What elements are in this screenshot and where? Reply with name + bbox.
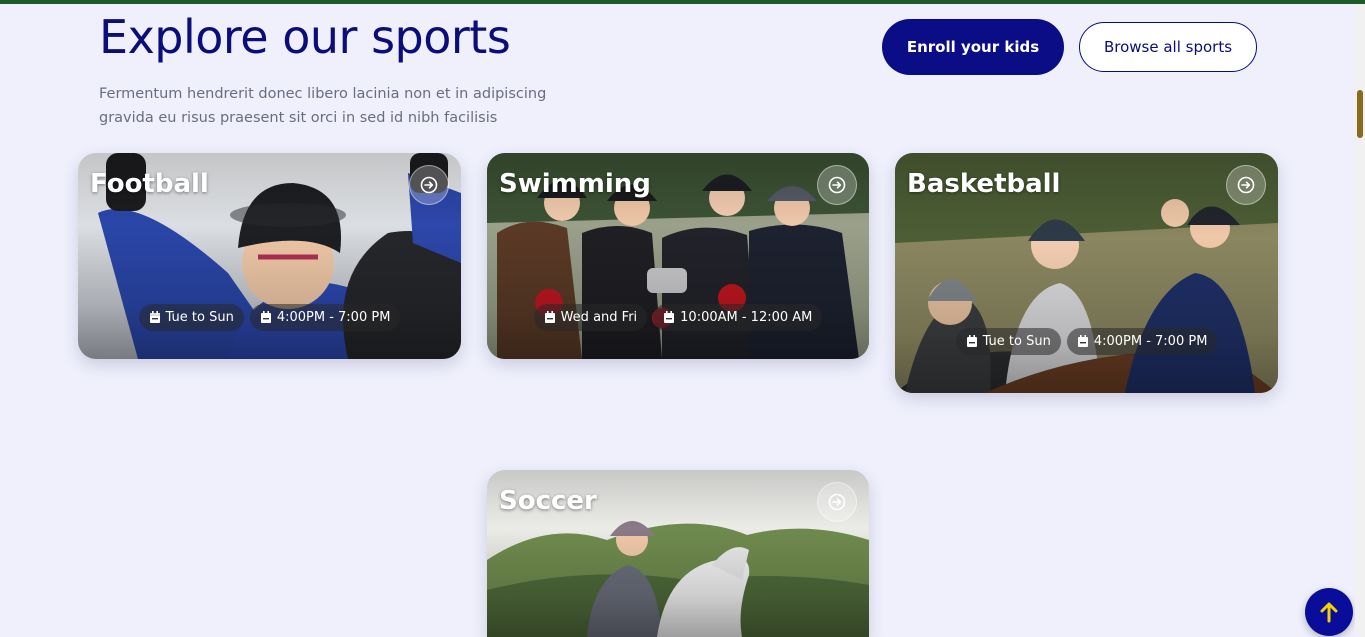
time-text: 10:00AM - 12:00 AM — [680, 310, 813, 325]
scrollbar-thumb[interactable] — [1357, 90, 1363, 138]
card-title: Soccer — [499, 486, 597, 516]
card-title: Swimming — [499, 169, 651, 199]
arrow-circle-right-icon[interactable] — [409, 165, 449, 205]
browse-sports-button[interactable]: Browse all sports — [1079, 22, 1257, 72]
time-chip: 10:00AM - 12:00 AM — [653, 304, 823, 331]
schedule-chips: Tue to Sun 4:00PM - 7:00 PM — [78, 304, 461, 331]
days-text: Tue to Sun — [165, 310, 234, 325]
calendar-icon — [664, 311, 675, 323]
enroll-kids-button[interactable]: Enroll your kids — [882, 19, 1064, 75]
days-text: Wed and Fri — [560, 310, 638, 325]
calendar-icon — [966, 335, 977, 347]
back-to-top-button[interactable] — [1305, 588, 1353, 636]
sport-card-soccer[interactable]: Soccer — [487, 470, 869, 637]
calendar-icon — [149, 311, 160, 323]
page-scrollbar[interactable] — [1355, 4, 1365, 637]
time-chip: 4:00PM - 7:00 PM — [249, 304, 401, 331]
arrow-circle-right-icon[interactable] — [817, 165, 857, 205]
time-chip: 4:00PM - 7:00 PM — [1066, 328, 1218, 355]
days-chip: Wed and Fri — [533, 304, 648, 331]
page-subtitle: Fermentum hendrerit donec libero lacinia… — [99, 86, 547, 126]
top-stripe — [0, 0, 1365, 4]
sport-card-basketball[interactable]: Basketball Tue to Sun 4:00PM - 7:00 PM — [895, 153, 1278, 393]
time-text: 4:00PM - 7:00 PM — [276, 310, 391, 325]
calendar-icon — [1077, 335, 1088, 347]
schedule-chips: Wed and Fri 10:00AM - 12:00 AM — [487, 304, 869, 331]
sport-card-football[interactable]: Football Tue to Sun 4:00PM - 7:00 PM — [78, 153, 461, 359]
arrow-circle-right-icon[interactable] — [1226, 165, 1266, 205]
calendar-icon — [544, 311, 555, 323]
card-title: Basketball — [907, 169, 1061, 199]
days-chip: Tue to Sun — [138, 304, 244, 331]
days-text: Tue to Sun — [982, 334, 1051, 349]
card-title: Football — [90, 169, 209, 199]
schedule-chips: Tue to Sun 4:00PM - 7:00 PM — [895, 328, 1278, 355]
time-text: 4:00PM - 7:00 PM — [1093, 334, 1208, 349]
sport-card-swimming[interactable]: Swimming Wed and Fri 10:00AM - 12:00 AM — [487, 153, 869, 359]
page-title: Explore our sports — [99, 10, 511, 64]
arrow-circle-right-icon[interactable] — [817, 482, 857, 522]
calendar-icon — [260, 311, 271, 323]
arrow-up-icon — [1320, 602, 1338, 623]
days-chip: Tue to Sun — [955, 328, 1061, 355]
